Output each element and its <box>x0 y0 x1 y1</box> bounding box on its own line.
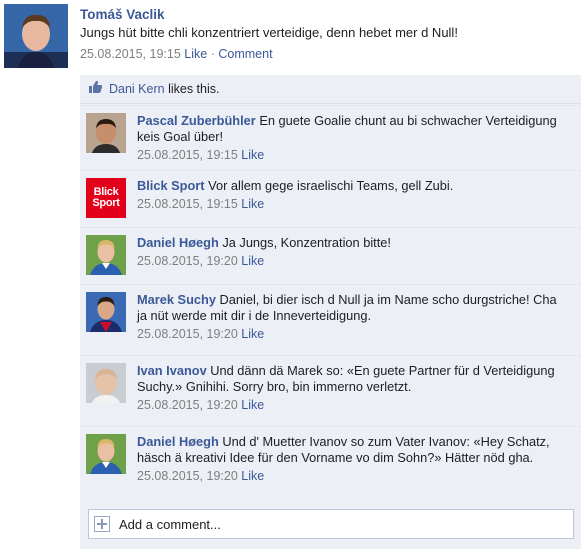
comment-item: Ivan Ivanov Und dänn dä Marek so: «En gu… <box>80 355 581 422</box>
comment-item: Daniel Høegh Und d' Muetter Ivanov so zu… <box>80 426 581 505</box>
post-author-name[interactable]: Tomáš Vaclik <box>80 7 165 22</box>
commenter-avatar[interactable] <box>86 434 126 474</box>
portrait-icon <box>86 235 126 275</box>
post-text: Jungs hüt bitte chli konzentriert vertei… <box>80 25 458 40</box>
comment-text: Vor allem gege israelischi Teams, gell Z… <box>208 178 454 193</box>
comment-like-link[interactable]: Like <box>241 254 264 268</box>
comment-like-link[interactable]: Like <box>241 398 264 412</box>
post-author-avatar[interactable] <box>4 4 68 68</box>
logo-line-2: Sport <box>92 197 120 209</box>
meta-separator: · <box>210 47 215 61</box>
comment-item: Daniel Høegh Ja Jungs, Konzentration bit… <box>80 227 581 280</box>
commenter-name[interactable]: Ivan Ivanov <box>137 363 207 378</box>
post-timestamp[interactable]: 25.08.2015, 19:15 <box>80 47 181 61</box>
portrait-icon <box>86 363 126 403</box>
blick-logo-icon: Blick Sport <box>86 178 126 218</box>
portrait-icon <box>86 434 126 474</box>
commenter-name[interactable]: Daniel Høegh <box>137 434 219 449</box>
post-like-link[interactable]: Like <box>184 47 207 61</box>
commenter-avatar[interactable] <box>86 113 126 153</box>
comment-timestamp[interactable]: 25.08.2015, 19:15 <box>137 148 238 162</box>
commenter-name[interactable]: Blick Sport <box>137 178 205 193</box>
commenter-name[interactable]: Daniel Høegh <box>137 235 219 250</box>
portrait-icon <box>4 4 68 68</box>
comment-like-link[interactable]: Like <box>241 469 264 483</box>
portrait-icon <box>86 113 126 153</box>
liker-name[interactable]: Dani Kern <box>109 82 165 96</box>
commenter-avatar[interactable] <box>86 292 126 332</box>
add-comment-plus-icon <box>94 516 110 532</box>
comment-like-link[interactable]: Like <box>241 148 264 162</box>
likes-suffix: likes this. <box>168 82 220 96</box>
commenter-avatar[interactable] <box>86 363 126 403</box>
comment-timestamp[interactable]: 25.08.2015, 19:20 <box>137 327 238 341</box>
comment-item: Blick Sport Blick Sport Vor allem gege i… <box>80 170 581 223</box>
likes-summary: Dani Kern likes this. <box>80 75 581 104</box>
comments-panel: Dani Kern likes this. Pascal Zuberbühler… <box>80 75 581 549</box>
comment-timestamp[interactable]: 25.08.2015, 19:20 <box>137 254 238 268</box>
comment-timestamp[interactable]: 25.08.2015, 19:20 <box>137 469 238 483</box>
comment-text: Ja Jungs, Konzentration bitte! <box>222 235 391 250</box>
comment-item: Marek Suchy Daniel, bi dier isch d Null … <box>80 284 581 351</box>
comment-timestamp[interactable]: 25.08.2015, 19:15 <box>137 197 238 211</box>
comment-item: Pascal Zuberbühler En guete Goalie chunt… <box>80 105 581 162</box>
commenter-name[interactable]: Marek Suchy <box>137 292 216 307</box>
comment-timestamp[interactable]: 25.08.2015, 19:20 <box>137 398 238 412</box>
comment-like-link[interactable]: Like <box>241 197 264 211</box>
commenter-avatar[interactable]: Blick Sport <box>86 178 126 218</box>
post-comment-link[interactable]: Comment <box>218 47 272 61</box>
add-comment-input[interactable] <box>117 513 561 535</box>
commenter-name[interactable]: Pascal Zuberbühler <box>137 113 256 128</box>
thumbs-up-icon <box>88 76 103 104</box>
add-comment-box[interactable] <box>88 509 574 539</box>
portrait-icon <box>86 292 126 332</box>
comment-like-link[interactable]: Like <box>241 327 264 341</box>
commenter-avatar[interactable] <box>86 235 126 275</box>
